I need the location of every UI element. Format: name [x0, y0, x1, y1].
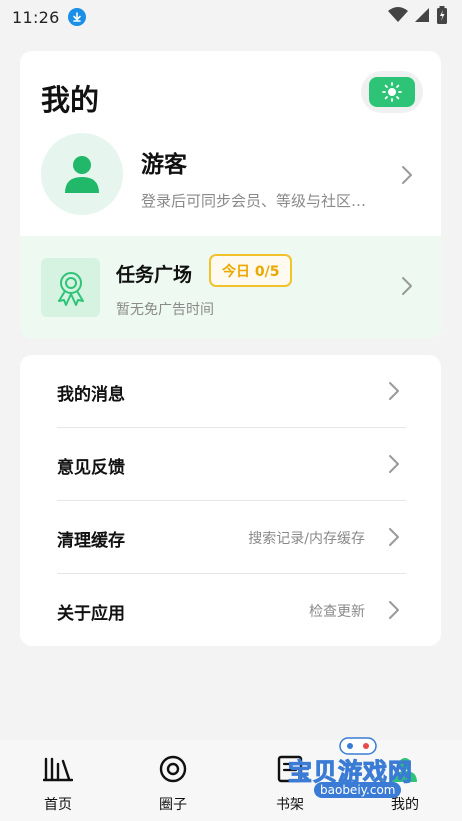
task-title: 任务广场 — [116, 264, 193, 286]
battery-icon — [436, 6, 448, 28]
menu-item-value: 检查更新 — [309, 604, 365, 620]
nav-label: 书架 — [276, 797, 304, 813]
menu-item-label: 我的消息 — [57, 385, 125, 405]
menu-item-clear-cache[interactable]: 清理缓存 搜索记录/内存缓存 — [20, 501, 441, 573]
book-list-icon — [277, 754, 303, 784]
nav-item-mine[interactable]: 我的 — [365, 740, 445, 821]
user-subtitle: 登录后可同步会员、等级与社区… — [141, 192, 367, 210]
menu-item-label: 意见反馈 — [57, 458, 125, 478]
chevron-right-icon — [387, 600, 401, 624]
sun-icon — [382, 82, 402, 102]
nav-item-circle[interactable]: 圈子 — [133, 740, 213, 821]
target-circle-icon — [158, 754, 188, 784]
chevron-right-icon — [387, 527, 401, 551]
theme-toggle[interactable] — [361, 71, 423, 113]
profile-card: 我的 游客 登录后可同步会员、等级与社区… 任务广场 今日 0/5 暂无免广告时… — [20, 51, 441, 338]
status-right — [388, 6, 448, 28]
wifi-icon — [388, 7, 408, 27]
task-progress-badge: 今日 0/5 — [209, 254, 293, 287]
menu-item-value: 搜索记录/内存缓存 — [248, 531, 365, 547]
user-icon — [65, 156, 99, 193]
signal-icon — [414, 7, 430, 27]
task-icon — [41, 258, 100, 317]
menu-item-feedback[interactable]: 意见反馈 — [20, 428, 441, 500]
task-subtitle: 暂无免广告时间 — [116, 302, 214, 318]
nav-label: 首页 — [44, 797, 72, 813]
menu-item-messages[interactable]: 我的消息 — [20, 355, 441, 427]
status-time: 11:26 — [12, 7, 60, 27]
menu-item-about[interactable]: 关于应用 检查更新 — [20, 574, 441, 646]
chevron-right-icon — [387, 381, 401, 405]
status-bar: 11:26 — [0, 0, 462, 34]
chevron-right-icon — [400, 276, 414, 300]
person-icon — [391, 754, 419, 784]
nav-label: 圈子 — [159, 797, 187, 813]
task-plaza-row[interactable]: 任务广场 今日 0/5 暂无免广告时间 — [20, 236, 441, 338]
bookshelf-columns-icon — [43, 754, 73, 784]
nav-item-bookshelf[interactable]: 书架 — [250, 740, 330, 821]
menu-card: 我的消息 意见反馈 清理缓存 搜索记录/内存缓存 关于应用 检查更新 — [20, 355, 441, 646]
avatar[interactable] — [41, 133, 123, 215]
nav-label: 我的 — [391, 797, 419, 813]
menu-item-label: 关于应用 — [57, 604, 125, 624]
status-left: 11:26 — [12, 8, 86, 27]
menu-item-label: 清理缓存 — [57, 531, 125, 551]
page-title: 我的 — [41, 83, 100, 117]
download-icon — [67, 8, 86, 26]
user-name[interactable]: 游客 — [141, 145, 187, 179]
chevron-right-icon — [387, 454, 401, 478]
bottom-nav: 首页 圈子 书架 我的 — [0, 740, 462, 821]
theme-toggle-knob — [369, 77, 415, 107]
chevron-right-icon[interactable] — [400, 165, 414, 189]
award-ribbon-icon — [57, 271, 84, 306]
nav-item-home[interactable]: 首页 — [18, 740, 98, 821]
